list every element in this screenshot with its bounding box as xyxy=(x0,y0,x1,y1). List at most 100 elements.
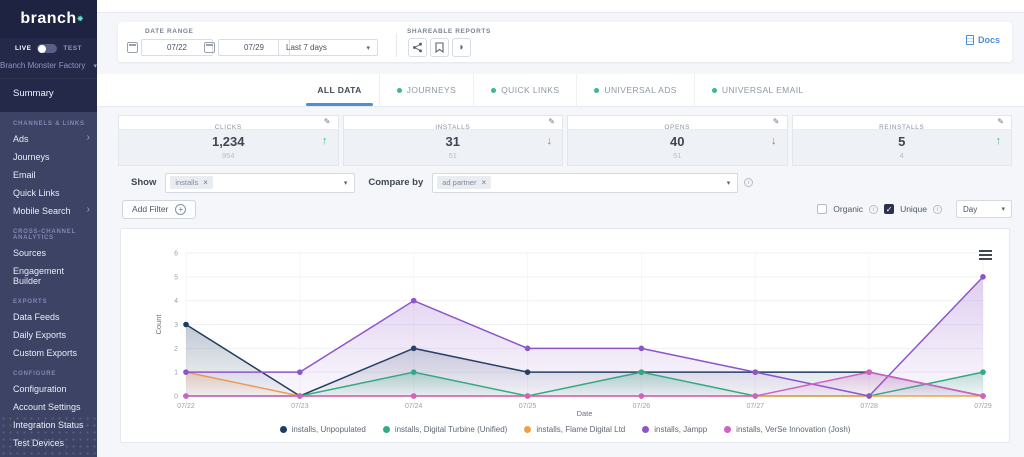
trend-down-arrow-icon: ↓ xyxy=(547,135,553,147)
show-select[interactable]: installs × ▾ xyxy=(165,173,355,193)
legend-item-installs-digital-turbine-unified[interactable]: installs, Digital Turbine (Unified) xyxy=(383,425,508,434)
sidebar-item-ads[interactable]: Ads› xyxy=(0,130,97,148)
trend-up-arrow-icon: ↑ xyxy=(996,135,1002,147)
chevron-down-icon: ▾ xyxy=(1001,205,1005,213)
edit-pencil-icon[interactable]: ✎ xyxy=(324,117,331,126)
legend-dot-icon xyxy=(724,426,731,433)
sidebar-item-configuration[interactable]: Configuration xyxy=(0,380,97,398)
legend-dot-icon xyxy=(642,426,649,433)
calendar-icon xyxy=(127,42,138,53)
chart-card: 07/2207/2307/2407/2507/2607/2707/2807/29… xyxy=(120,228,1010,443)
legend-dot-icon xyxy=(524,426,531,433)
remove-chip-icon[interactable]: × xyxy=(203,178,208,187)
sidebar-item-mobile-search[interactable]: Mobile Search› xyxy=(0,202,97,220)
sidebar-item-sources[interactable]: Sources xyxy=(0,244,97,262)
history-button[interactable]: ◗ xyxy=(452,38,471,57)
status-dot-icon xyxy=(594,88,599,93)
svg-text:1: 1 xyxy=(174,370,178,377)
svg-text:0: 0 xyxy=(174,394,178,401)
sidebar-section-header-configure: CONFIGURE xyxy=(0,362,97,380)
sidebar-item-engagement-builder[interactable]: Engagement Builder xyxy=(0,262,97,290)
tab-quick-links[interactable]: QUICK LINKS xyxy=(473,74,576,106)
add-filter-label: Add Filter xyxy=(132,204,168,214)
sidebar-item-summary[interactable]: Summary xyxy=(0,78,97,110)
trend-down-arrow-icon: ↓ xyxy=(771,135,777,147)
line-chart: 07/2207/2307/2407/2507/2607/2707/2807/29… xyxy=(121,229,1009,424)
tab-journeys[interactable]: JOURNEYS xyxy=(379,74,474,106)
test-label: TEST xyxy=(63,45,82,52)
sidebar-item-custom-exports[interactable]: Custom Exports xyxy=(0,344,97,362)
sidebar-item-email[interactable]: Email xyxy=(0,166,97,184)
tabs-bar: ALL DATA JOURNEYS QUICK LINKSUNIVERSAL ADS… xyxy=(97,74,1024,107)
tab-label: ALL DATA xyxy=(317,85,361,95)
docs-link[interactable]: Docs xyxy=(966,35,1000,45)
legend-label: installs, Unpopulated xyxy=(292,425,366,434)
metrics-row: CLICKS✎1,234↑954INSTALLS✎31↓51OPENS✎40↓5… xyxy=(118,115,1012,166)
branch-logo[interactable]: branch ❋ xyxy=(0,0,97,38)
edit-pencil-icon[interactable]: ✎ xyxy=(997,117,1004,126)
legend-item-installs-unpopulated[interactable]: installs, Unpopulated xyxy=(280,425,366,434)
sidebar-item-data-feeds[interactable]: Data Feeds xyxy=(0,308,97,326)
metric-card-body: 40↓51 xyxy=(568,130,787,165)
sidebar-item-integration-status[interactable]: Integration Status xyxy=(0,416,97,434)
live-test-toggle[interactable] xyxy=(37,44,57,53)
bookmark-button[interactable] xyxy=(430,38,449,57)
svg-text:07/24: 07/24 xyxy=(405,403,423,410)
sidebar-section-header-exports: EXPORTS xyxy=(0,290,97,308)
edit-pencil-icon[interactable]: ✎ xyxy=(773,117,780,126)
date-preset-select[interactable]: Last 7 days ▾ xyxy=(278,39,378,56)
info-icon[interactable]: i xyxy=(869,205,878,214)
tab-universal-email[interactable]: UNIVERSAL EMAIL xyxy=(694,74,821,106)
sidebar-section-header-cross-channel-analytics: CROSS-CHANNEL ANALYTICS xyxy=(0,220,97,244)
edit-pencil-icon[interactable]: ✎ xyxy=(548,117,555,126)
date-preset-value: Last 7 days xyxy=(286,43,327,52)
sparkle-icon: ❋ xyxy=(77,15,83,23)
svg-text:07/22: 07/22 xyxy=(177,403,195,410)
toolbar: DATE RANGE 07/22 07/29 Last 7 days ▾ SHA… xyxy=(118,22,1012,62)
svg-text:07/29: 07/29 xyxy=(974,403,992,410)
docs-label: Docs xyxy=(978,35,1000,45)
sidebar-item-test-devices[interactable]: Test Devices xyxy=(0,434,97,452)
legend-item-installs-verse-innovation-josh[interactable]: installs, VerSe Innovation (Josh) xyxy=(724,425,850,434)
legend-label: installs, Digital Turbine (Unified) xyxy=(395,425,508,434)
metric-card-header: INSTALLS✎ xyxy=(344,116,563,130)
share-button[interactable] xyxy=(408,38,427,57)
compare-by-select[interactable]: ad partner × ▾ xyxy=(432,173,738,193)
info-icon[interactable]: i xyxy=(744,178,753,187)
legend-label: installs, Flame Digital Ltd xyxy=(536,425,625,434)
app-selector-label: Branch Monster Factory xyxy=(0,61,85,70)
compare-chip-label: ad partner xyxy=(442,178,476,187)
svg-text:07/25: 07/25 xyxy=(519,403,537,410)
chevron-down-icon: ▾ xyxy=(93,62,97,70)
tab-label: JOURNEYS xyxy=(407,85,457,95)
info-icon[interactable]: i xyxy=(933,205,942,214)
legend-item-installs-jampp[interactable]: installs, Jampp xyxy=(642,425,707,434)
date-start-input[interactable]: 07/22 xyxy=(141,39,213,56)
sidebar-item-daily-exports[interactable]: Daily Exports xyxy=(0,326,97,344)
chart-svg: 07/2207/2307/2407/2507/2607/2707/2807/29… xyxy=(121,229,1009,419)
unique-checkbox[interactable]: ✓ xyxy=(884,204,894,214)
metric-card-clicks: CLICKS✎1,234↑954 xyxy=(118,115,339,166)
svg-text:Count: Count xyxy=(154,314,163,335)
show-chip: installs × xyxy=(170,176,213,189)
chart-menu-button[interactable] xyxy=(979,250,992,262)
add-filter-button[interactable]: Add Filter + xyxy=(122,200,196,219)
granularity-select[interactable]: Day ▾ xyxy=(956,200,1012,218)
app-selector[interactable]: Branch Monster Factory ▾ xyxy=(0,58,97,78)
metric-card-installs: INSTALLS✎31↓51 xyxy=(343,115,564,166)
trend-up-arrow-icon: ↑ xyxy=(322,135,328,147)
metric-previous-value: 4 xyxy=(793,151,1012,160)
sidebar-item-account-settings[interactable]: Account Settings xyxy=(0,398,97,416)
sidebar-item-quick-links[interactable]: Quick Links xyxy=(0,184,97,202)
remove-chip-icon[interactable]: × xyxy=(481,178,486,187)
sidebar-item-journeys[interactable]: Journeys xyxy=(0,148,97,166)
organic-label: Organic xyxy=(833,204,863,214)
sidebar-section-header-tools: TOOLS xyxy=(0,452,97,457)
tab-universal-ads[interactable]: UNIVERSAL ADS xyxy=(576,74,693,106)
organic-checkbox[interactable] xyxy=(817,204,827,214)
legend-item-installs-flame-digital-ltd[interactable]: installs, Flame Digital Ltd xyxy=(524,425,625,434)
tab-label: UNIVERSAL EMAIL xyxy=(722,85,804,95)
sidebar: branch ❋ LIVE TEST Branch Monster Factor… xyxy=(0,0,97,457)
tab-all-data[interactable]: ALL DATA xyxy=(300,74,378,106)
show-chip-label: installs xyxy=(175,178,198,187)
